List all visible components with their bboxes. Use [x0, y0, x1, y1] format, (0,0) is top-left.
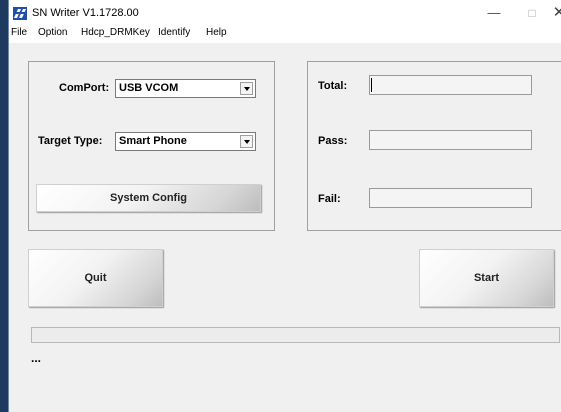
- system-config-button[interactable]: System Config: [36, 184, 261, 212]
- total-field[interactable]: [369, 75, 532, 95]
- quit-button[interactable]: Quit: [28, 249, 163, 307]
- total-label: Total:: [318, 80, 348, 92]
- fail-field[interactable]: [369, 188, 532, 208]
- menu-identify[interactable]: Identify: [158, 27, 190, 38]
- target-type-select[interactable]: Smart Phone: [115, 132, 256, 151]
- chevron-down-icon[interactable]: [240, 135, 253, 148]
- sn-writer-window: SN Writer V1.1728.00 — □ ✕ File Option H…: [8, 0, 561, 412]
- close-button[interactable]: ✕: [552, 3, 561, 23]
- menu-help[interactable]: Help: [206, 27, 227, 38]
- pass-label: Pass:: [318, 135, 348, 147]
- title-bar: SN Writer V1.1728.00 — □ ✕: [9, 0, 561, 26]
- maximize-button[interactable]: □: [517, 3, 547, 23]
- menu-hdcp-drmkey[interactable]: Hdcp_DRMKey: [81, 27, 150, 38]
- comport-select[interactable]: USB VCOM: [115, 79, 256, 98]
- menu-file[interactable]: File: [11, 27, 27, 38]
- menu-option[interactable]: Option: [38, 27, 67, 38]
- progress-bar: [31, 327, 560, 343]
- target-type-value: Smart Phone: [119, 135, 187, 147]
- minimize-button[interactable]: —: [479, 3, 509, 23]
- chevron-down-icon[interactable]: [240, 82, 253, 95]
- target-type-label: Target Type:: [38, 135, 103, 147]
- start-button[interactable]: Start: [419, 249, 554, 307]
- status-text: ...: [31, 351, 42, 365]
- sn-writer-icon: [13, 7, 27, 20]
- text-caret: [371, 78, 372, 92]
- comport-label: ComPort:: [59, 82, 110, 94]
- menu-bar: File Option Hdcp_DRMKey Identify Help: [9, 26, 561, 43]
- pass-field[interactable]: [369, 130, 532, 150]
- fail-label: Fail:: [318, 193, 341, 205]
- window-title: SN Writer V1.1728.00: [32, 7, 139, 19]
- comport-value: USB VCOM: [119, 82, 179, 94]
